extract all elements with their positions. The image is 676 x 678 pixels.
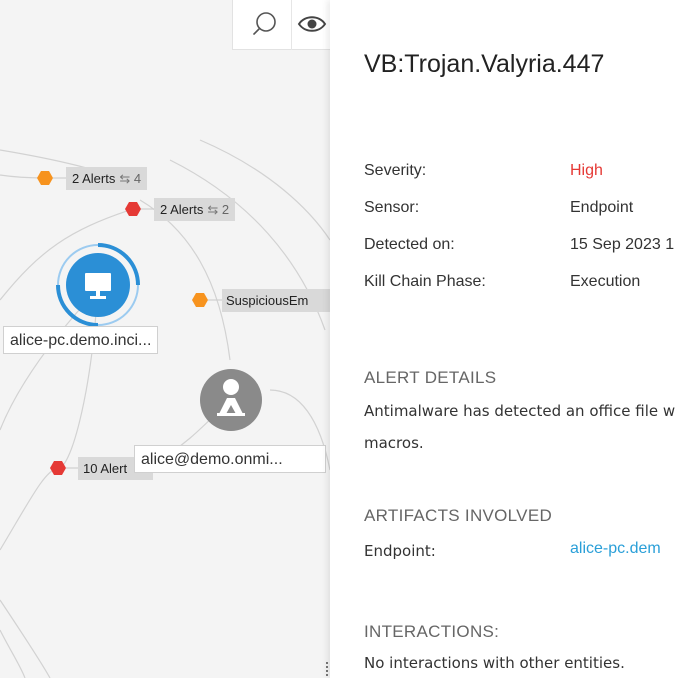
severity-label: Severity: <box>364 162 427 179</box>
detected-on-value: 15 Sep 2023 1 <box>570 236 675 253</box>
user-icon <box>200 369 262 431</box>
alert-group-label: 10 Alert <box>83 461 128 476</box>
graph-canvas[interactable]: 2 Alerts ⇆ 4 2 Alerts ⇆ 2 alice-pc.demo.in… <box>0 0 332 678</box>
graph-toolbar <box>232 0 332 50</box>
alert-details-heading: ALERT DETAILS <box>364 368 497 387</box>
alert-details-text: Antimalware has detected an office file … <box>364 402 676 420</box>
alert-hexagon-icon[interactable] <box>125 201 141 217</box>
link-icon: ⇆ <box>119 171 131 186</box>
alert-group-tag[interactable]: SuspiciousEm <box>222 289 332 312</box>
alert-group-label: SuspiciousEm <box>226 293 309 308</box>
host-node-label[interactable]: alice-pc.demo.inci... <box>3 326 159 354</box>
kill-chain-phase-value: Execution <box>570 273 641 290</box>
kill-chain-phase-label: Kill Chain Phase: <box>364 273 486 290</box>
alert-group-label: 2 Alerts <box>72 171 116 186</box>
alert-link-count: 2 <box>221 202 230 217</box>
alert-link-count: 4 <box>133 171 142 186</box>
search-icon[interactable] <box>245 6 285 42</box>
toolbar-divider <box>291 0 292 50</box>
details-panel: VB:Trojan.Valyria.447 Severity: High Sen… <box>330 0 676 678</box>
link-icon: ⇆ <box>207 202 219 217</box>
eye-icon[interactable] <box>297 6 327 42</box>
interactions-text: No interactions with other entities. <box>364 654 625 672</box>
artifacts-heading: ARTIFACTS INVOLVED <box>364 506 553 525</box>
detected-on-label: Detected on: <box>364 236 455 253</box>
severity-value: High <box>570 162 603 179</box>
monitor-icon <box>56 243 140 327</box>
user-node-label[interactable]: alice@demo.onmi... <box>134 445 326 473</box>
alert-group-tag[interactable]: 2 Alerts ⇆ 2 <box>154 198 236 221</box>
interactions-heading: INTERACTIONS: <box>364 622 500 641</box>
alert-details-text-continued: macros. <box>364 434 424 452</box>
alert-group-tag[interactable]: 2 Alerts ⇆ 4 <box>66 167 148 190</box>
sensor-value: Endpoint <box>570 199 634 216</box>
alert-hexagon-icon[interactable] <box>192 292 208 308</box>
artifact-endpoint-label: Endpoint: <box>364 542 436 560</box>
alert-title: VB:Trojan.Valyria.447 <box>364 50 605 78</box>
alert-group-label: 2 Alerts <box>160 202 204 217</box>
sensor-label: Sensor: <box>364 199 420 216</box>
alert-hexagon-icon[interactable] <box>50 460 66 476</box>
host-node[interactable] <box>55 242 141 328</box>
alert-hexagon-icon[interactable] <box>37 170 53 186</box>
user-node[interactable] <box>199 368 263 432</box>
artifact-endpoint-link[interactable]: alice-pc.dem <box>570 540 661 558</box>
